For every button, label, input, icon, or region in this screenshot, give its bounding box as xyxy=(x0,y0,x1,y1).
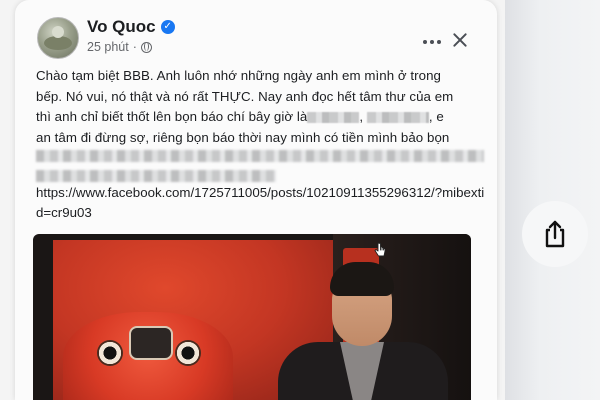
post-card: Vo Quoc ✓ 25 phút · Chào tạm biệt BBB. A… xyxy=(15,0,497,400)
author-row: Vo Quoc ✓ xyxy=(87,17,175,37)
redacted-text xyxy=(366,111,429,123)
redacted-text xyxy=(36,150,484,162)
post-photo[interactable] xyxy=(33,234,471,400)
person xyxy=(278,256,448,400)
share-button[interactable] xyxy=(522,201,588,267)
close-icon[interactable] xyxy=(452,32,468,48)
more-options-button[interactable] xyxy=(419,36,445,48)
more-options-icon xyxy=(423,40,427,44)
redacted-text xyxy=(307,111,360,123)
post-meta: 25 phút · xyxy=(87,40,152,54)
post-text-line: bếp. Nó vui, nó thật và nó rất THỰC. Nay… xyxy=(36,88,454,104)
share-icon xyxy=(545,220,565,248)
post-text-line: thì anh chỉ biết thốt lên bọn báo chí bâ… xyxy=(36,109,444,124)
globe-icon xyxy=(140,41,152,53)
avatar[interactable] xyxy=(37,17,79,59)
page-background xyxy=(500,0,600,400)
author-name[interactable]: Vo Quoc xyxy=(87,17,156,37)
verified-badge-icon: ✓ xyxy=(160,20,175,34)
post-text-line: an tâm đi đừng sợ, riêng bọn báo thời na… xyxy=(36,129,450,145)
post-text-line: Chào tạm biệt BBB. Anh luôn nhớ những ng… xyxy=(36,68,441,83)
post-body: Chào tạm biệt BBB. Anh luôn nhớ những ng… xyxy=(36,66,481,148)
post-header: Vo Quoc ✓ 25 phút · xyxy=(15,0,497,62)
hand-cursor-icon xyxy=(374,242,386,257)
redacted-text xyxy=(36,170,276,182)
post-timestamp[interactable]: 25 phút xyxy=(87,40,129,54)
post-link[interactable]: https://www.facebook.com/1725711005/post… xyxy=(36,183,486,223)
lion-dance-head xyxy=(63,312,233,400)
